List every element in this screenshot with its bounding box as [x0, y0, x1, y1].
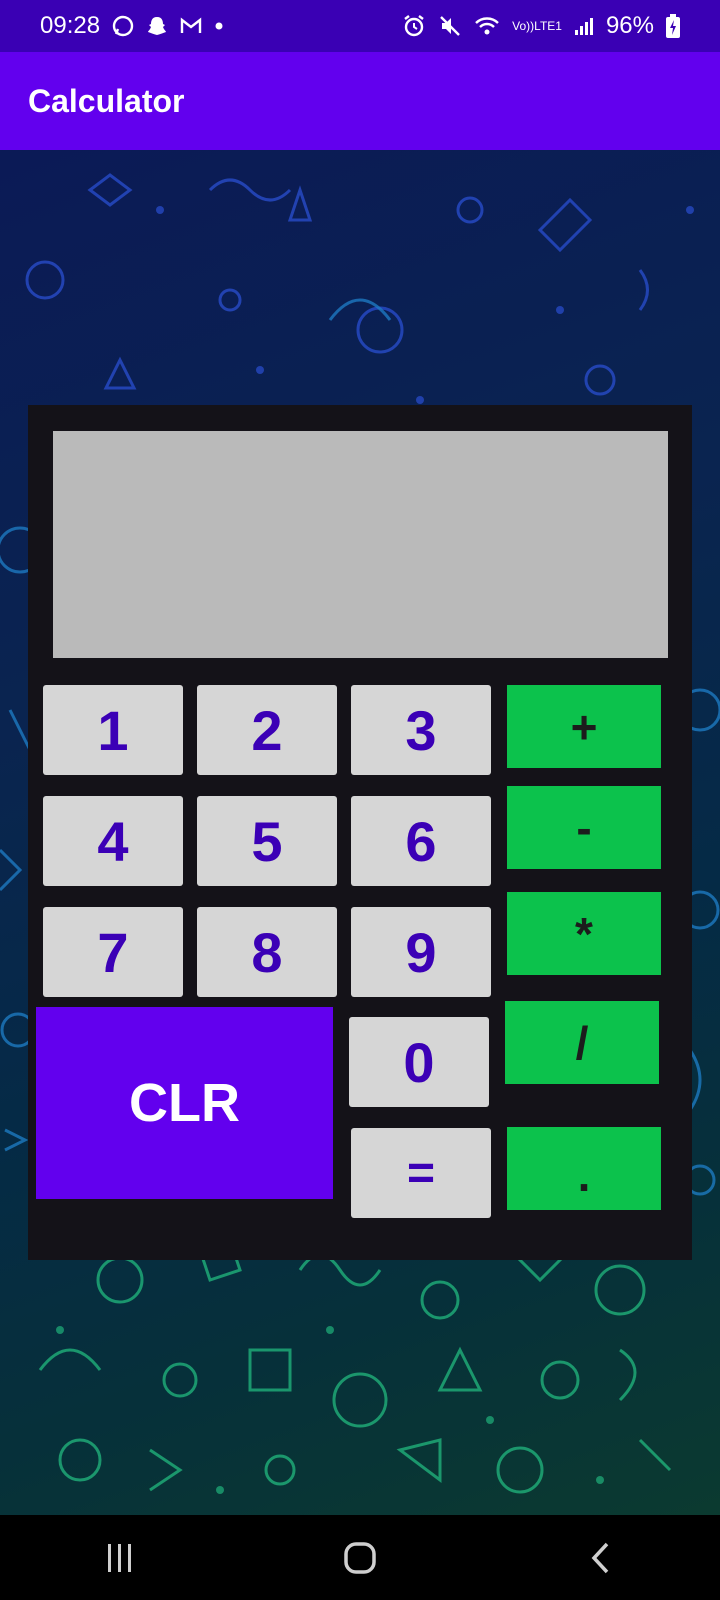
key-2[interactable]: 2 [197, 685, 337, 775]
key-1[interactable]: 1 [43, 685, 183, 775]
plus-button[interactable]: + [507, 685, 661, 768]
key-3[interactable]: 3 [351, 685, 491, 775]
decimal-button[interactable]: . [507, 1127, 661, 1210]
key-6[interactable]: 6 [351, 796, 491, 886]
minus-button[interactable]: - [507, 786, 661, 869]
app-bar: Calculator [0, 52, 720, 150]
dot-icon [214, 21, 224, 31]
key-9[interactable]: 9 [351, 907, 491, 997]
battery-icon [666, 14, 680, 38]
navigation-bar [0, 1515, 720, 1600]
key-7[interactable]: 7 [43, 907, 183, 997]
clear-button[interactable]: CLR [36, 1007, 333, 1199]
gmail-icon [180, 17, 202, 35]
snapchat-icon [146, 15, 168, 37]
key-5[interactable]: 5 [197, 796, 337, 886]
status-time: 09:28 [40, 12, 101, 39]
back-icon[interactable] [540, 1528, 660, 1588]
equals-button[interactable]: = [351, 1128, 491, 1218]
status-bar: 09:28 Vo)) LTE1 96% [0, 0, 720, 52]
key-4[interactable]: 4 [43, 796, 183, 886]
battery-percent: 96% [605, 12, 654, 39]
status-left: 09:28 [40, 12, 224, 40]
key-0[interactable]: 0 [349, 1017, 489, 1107]
recent-apps-icon[interactable] [60, 1528, 180, 1588]
status-right: Vo)) LTE1 96% [402, 12, 680, 40]
multiply-button[interactable]: * [507, 892, 661, 975]
divide-button[interactable]: / [505, 1001, 659, 1084]
calculator-display [53, 431, 668, 658]
signal-icon [574, 16, 594, 36]
mute-icon [438, 14, 462, 38]
wifi-icon [474, 15, 500, 37]
key-8[interactable]: 8 [197, 907, 337, 997]
network-label: Vo)) LTE1 [512, 19, 562, 33]
home-icon[interactable] [300, 1528, 420, 1588]
whatsapp-icon [112, 15, 134, 37]
app-title: Calculator [28, 82, 185, 119]
alarm-icon [402, 14, 426, 38]
